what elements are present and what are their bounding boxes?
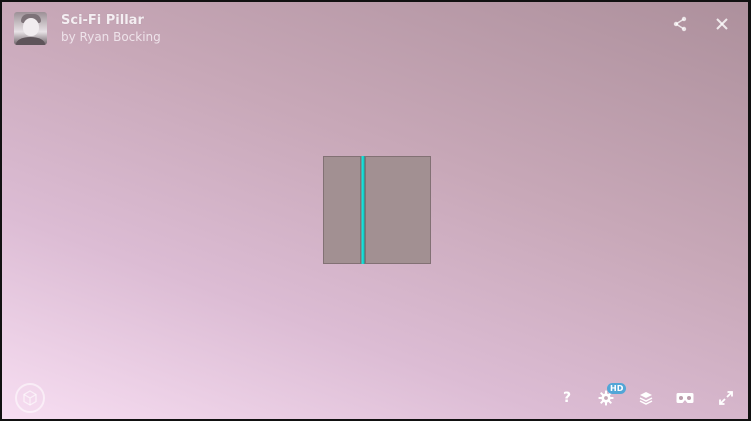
close-icon[interactable]: [712, 14, 732, 34]
layers-icon[interactable]: [636, 388, 656, 408]
sketchfab-logo-icon[interactable]: [15, 383, 45, 413]
avatar-head: [23, 18, 39, 36]
fullscreen-icon[interactable]: [716, 388, 736, 408]
author-avatar[interactable]: [14, 12, 47, 45]
vr-headset-icon[interactable]: [675, 388, 695, 408]
pillar-model[interactable]: [323, 156, 431, 264]
author-line[interactable]: by Ryan Bocking: [61, 29, 161, 45]
pillar-right-panel: [365, 156, 431, 264]
pillar-left-panel: [323, 156, 361, 264]
top-bar: Sci-Fi Pillar by Ryan Bocking: [2, 2, 748, 62]
share-icon[interactable]: [670, 14, 690, 34]
title-block: Sci-Fi Pillar by Ryan Bocking: [61, 13, 161, 45]
avatar-shoulders: [16, 37, 45, 45]
model-title[interactable]: Sci-Fi Pillar: [61, 13, 161, 29]
hd-badge: HD: [607, 383, 627, 394]
model-viewer[interactable]: Sci-Fi Pillar by Ryan Bocking ? HD: [0, 0, 751, 421]
help-icon[interactable]: ?: [557, 388, 577, 408]
3d-viewport[interactable]: [2, 2, 748, 419]
